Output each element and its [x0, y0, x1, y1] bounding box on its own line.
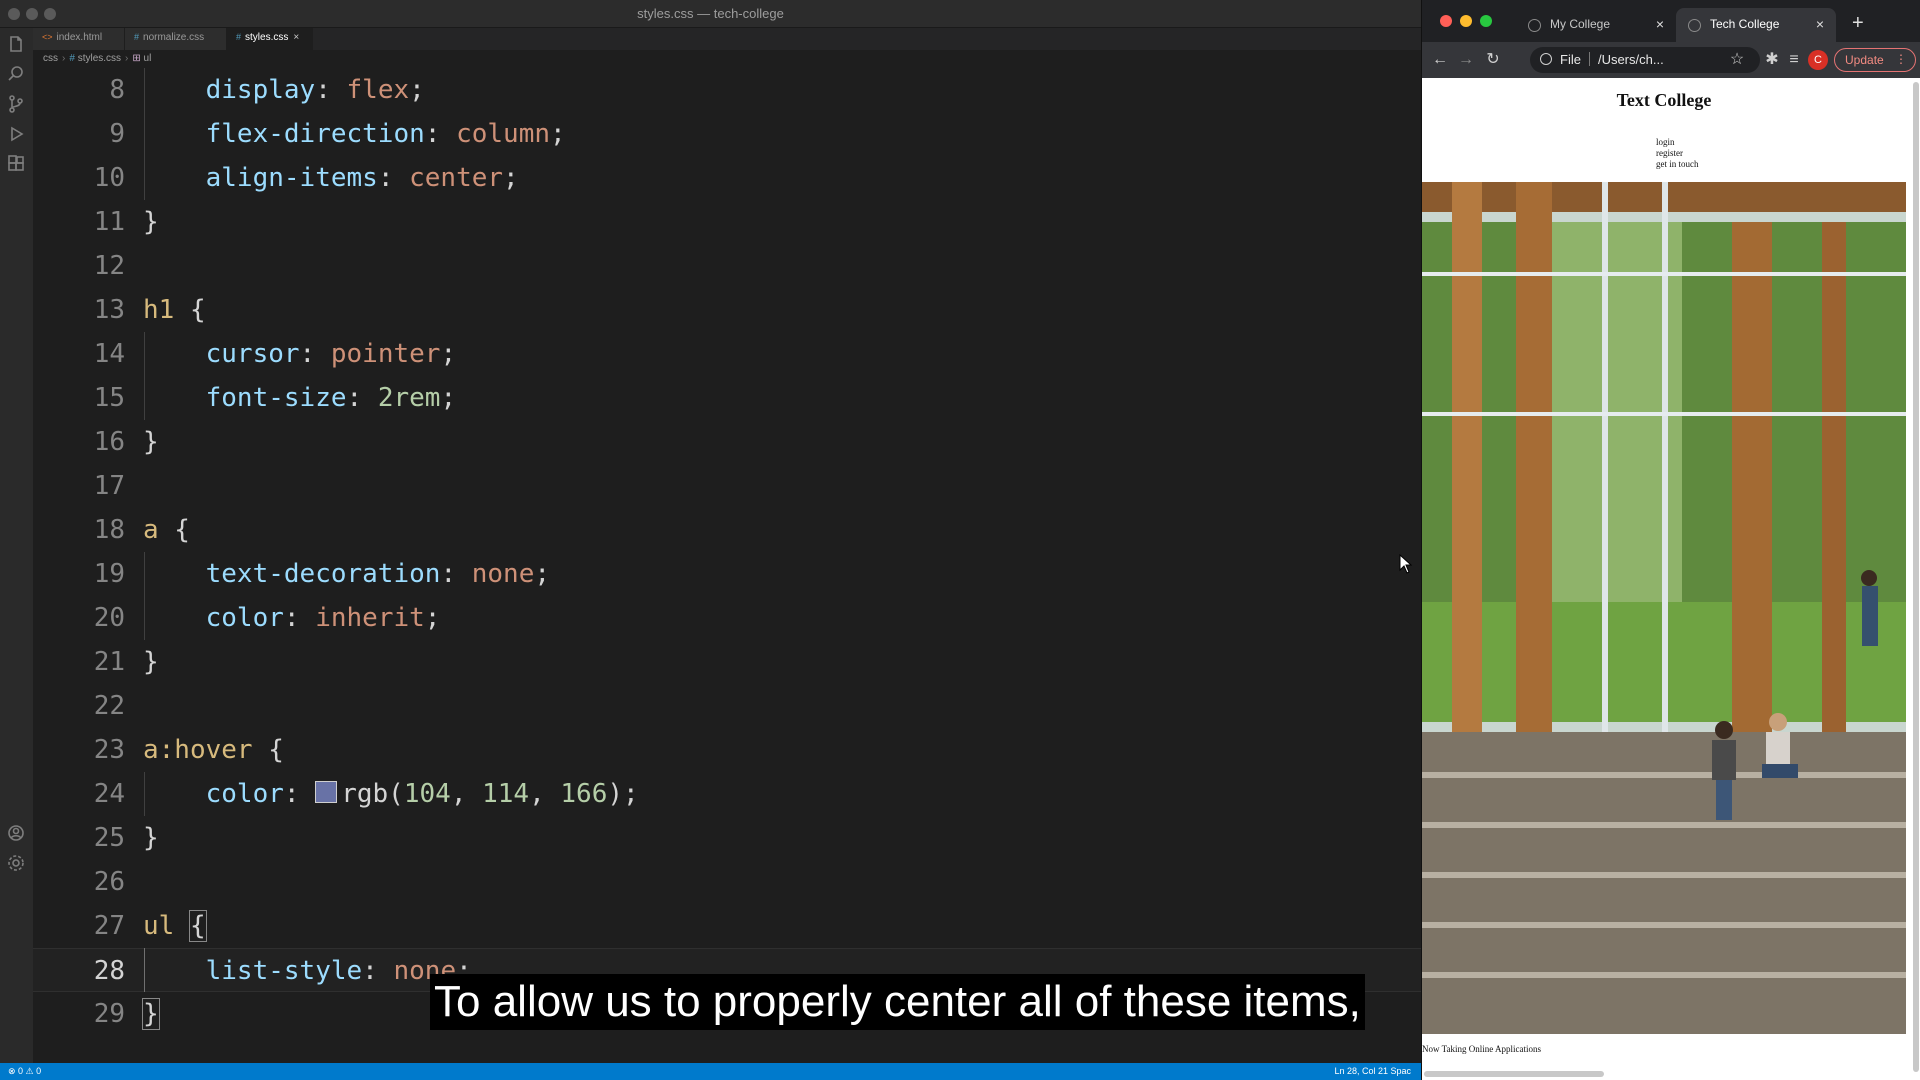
code-line: 12 — [93, 251, 125, 281]
editor-tabs: <> index.html # normalize.css # styles.css × — [33, 28, 1421, 50]
zoom-window-button[interactable] — [1480, 15, 1492, 27]
code-editor[interactable]: 8 display: flex; 9 flex-direction: colum… — [33, 68, 1421, 1063]
site-nav: login register get in touch — [1656, 137, 1699, 170]
browser-tab-tech-college[interactable]: Tech College × — [1676, 8, 1836, 42]
code-line: 17 — [93, 471, 125, 501]
screen: styles.css — tech-college <> index.html #… — [0, 0, 1920, 1080]
code-line: 19 text-decoration: none; — [93, 559, 551, 589]
indent-guide — [144, 948, 145, 992]
tab-styles-css[interactable]: # styles.css × — [227, 28, 313, 50]
code-line: 21} — [93, 647, 159, 677]
breadcrumb-item[interactable]: css — [43, 53, 58, 64]
tab-label: normalize.css — [143, 32, 205, 43]
extensions-puzzle-icon[interactable]: ✱ — [1762, 50, 1782, 70]
page-title[interactable]: Text College — [1422, 90, 1906, 111]
html-file-icon: <> — [42, 32, 53, 42]
mouse-pointer-icon — [1399, 554, 1413, 574]
code-line: 26 — [93, 867, 125, 897]
accounts-icon[interactable] — [6, 823, 26, 843]
update-label: Update — [1845, 53, 1884, 67]
run-debug-icon[interactable] — [6, 124, 26, 144]
window-title: styles.css — tech-college — [637, 6, 784, 21]
code-line: 20 color: inherit; — [93, 603, 441, 633]
code-line: 8 display: flex; — [109, 75, 425, 105]
address-scheme: File — [1560, 52, 1581, 67]
indent-guide — [144, 552, 145, 640]
breadcrumb-item[interactable]: ul — [144, 53, 152, 64]
code-line: 18 a { — [93, 515, 190, 545]
search-icon[interactable] — [6, 64, 26, 84]
problems-status[interactable]: ⊗ 0 ⚠ 0 — [8, 1066, 41, 1077]
code-line: 24 color: rgb(104, 114, 166); — [93, 779, 639, 809]
browser-tab-my-college[interactable]: My College × — [1516, 8, 1676, 42]
activity-bar — [0, 28, 33, 1063]
indent-guide — [144, 68, 145, 200]
breadcrumb: css › # styles.css › ⊞ ul — [33, 50, 1421, 68]
vscode-titlebar: styles.css — tech-college — [0, 0, 1421, 28]
settings-gear-icon[interactable] — [6, 853, 26, 873]
video-subtitle: To allow us to properly center all of th… — [430, 974, 1365, 1030]
update-button[interactable]: Update ⋮ — [1834, 48, 1916, 72]
new-tab-icon[interactable]: + — [1852, 12, 1864, 35]
code-line: 25} — [93, 823, 159, 853]
indent-guide — [144, 332, 145, 420]
more-menu-icon[interactable]: ⋮ — [1895, 52, 1907, 66]
browser-tabstrip: My College × Tech College × + — [1422, 0, 1920, 42]
close-tab-icon[interactable]: × — [1656, 16, 1664, 32]
tab-index-html[interactable]: <> index.html — [33, 28, 125, 50]
minimize-window-button[interactable] — [1460, 15, 1472, 27]
vscode-window: styles.css — tech-college <> index.html #… — [0, 0, 1421, 1080]
status-bar: ⊗ 0 ⚠ 0 Ln 28, Col 21 Spac — [0, 1063, 1421, 1080]
breadcrumb-item[interactable]: styles.css — [78, 53, 121, 64]
cursor-position-status[interactable]: Ln 28, Col 21 Spac — [1334, 1066, 1411, 1076]
page-footer: Now Taking Online Applications — [1422, 1044, 1541, 1054]
globe-icon — [1688, 19, 1701, 32]
code-line: 23 a:hover { — [93, 735, 284, 765]
tab-label: styles.css — [245, 32, 289, 43]
browser-tab-label: My College — [1550, 17, 1611, 31]
css-file-icon: # — [236, 32, 242, 42]
code-line: 22 — [93, 691, 125, 721]
nav-link-register[interactable]: register — [1656, 148, 1699, 159]
bookmark-star-icon[interactable]: ☆ — [1727, 50, 1747, 70]
code-line: 11} — [93, 207, 159, 237]
browser-toolbar: ← → ↻ File/Users/ch... ☆ ✱ ≡ C Update ⋮ — [1422, 42, 1920, 78]
source-control-icon[interactable] — [6, 94, 26, 114]
back-arrow-icon[interactable]: ← — [1430, 50, 1450, 70]
address-bar[interactable]: File/Users/ch... — [1530, 47, 1760, 73]
code-line: 27 ul { — [93, 910, 207, 942]
hero-image — [1422, 182, 1906, 1034]
profile-avatar[interactable]: C — [1808, 50, 1828, 70]
css-file-icon: # — [134, 32, 140, 42]
web-page-viewport: Text College login register get in touch — [1422, 78, 1920, 1080]
campus-building-illustration — [1422, 182, 1906, 1034]
code-line: 10 align-items: center; — [93, 163, 519, 193]
reading-list-icon[interactable]: ≡ — [1784, 50, 1804, 70]
nav-link-login[interactable]: login — [1656, 137, 1699, 148]
close-window-button[interactable] — [1440, 15, 1452, 27]
reload-icon[interactable]: ↻ — [1483, 50, 1503, 70]
explorer-icon[interactable] — [6, 34, 26, 54]
forward-arrow-icon[interactable]: → — [1456, 50, 1476, 70]
site-info-icon[interactable] — [1540, 53, 1552, 65]
close-tab-icon[interactable]: × — [1816, 16, 1824, 32]
horizontal-scrollbar[interactable] — [1424, 1071, 1604, 1077]
code-line: 16} — [93, 427, 159, 457]
close-tab-icon[interactable]: × — [293, 32, 299, 43]
globe-icon — [1528, 19, 1541, 32]
browser-tab-label: Tech College — [1710, 17, 1780, 31]
nav-link-get-in-touch[interactable]: get in touch — [1656, 159, 1699, 170]
code-line: 9 flex-direction: column; — [109, 119, 566, 149]
tab-label: index.html — [56, 32, 103, 43]
tab-normalize-css[interactable]: # normalize.css — [125, 28, 227, 50]
code-line: 13 h1 { — [93, 295, 206, 325]
code-line: 15 font-size: 2rem; — [93, 383, 457, 413]
code-line: 14 cursor: pointer; — [93, 339, 457, 369]
indent-guide — [144, 772, 145, 816]
vertical-scrollbar[interactable] — [1913, 82, 1919, 1072]
color-swatch[interactable] — [315, 781, 338, 803]
extensions-icon[interactable] — [6, 154, 26, 174]
browser-window: My College × Tech College × + ← → ↻ File… — [1421, 0, 1920, 1080]
address-path: /Users/ch... — [1597, 52, 1664, 67]
